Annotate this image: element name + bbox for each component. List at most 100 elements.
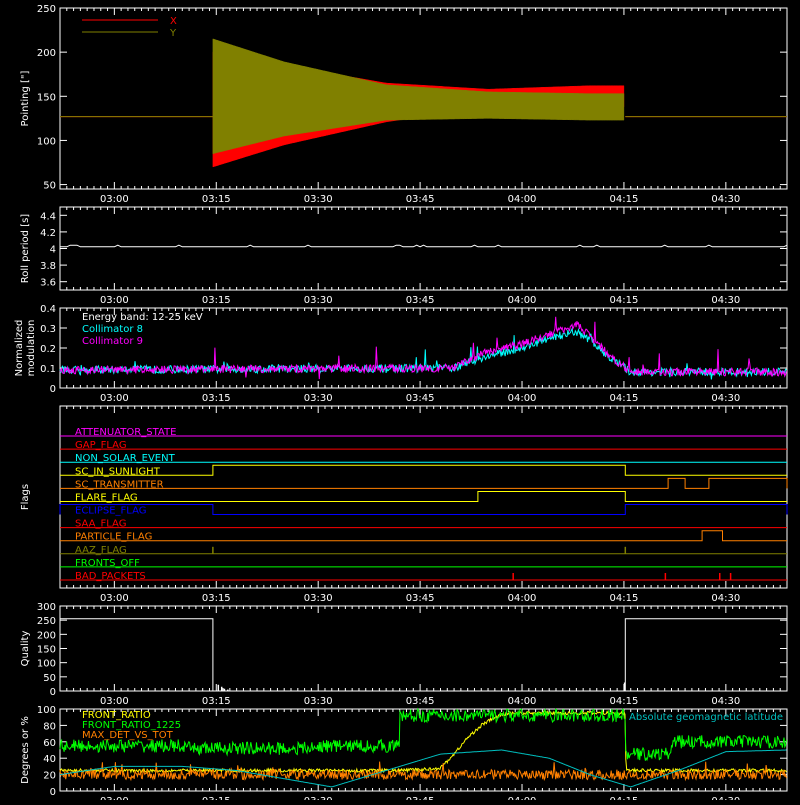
panel-4-xtick-label: 04:30 — [711, 696, 740, 707]
flag-flare_flag-line — [60, 491, 787, 502]
panel-3-xtick-label: 03:15 — [202, 593, 231, 604]
flag-eclipse_flag-label: ECLIPSE_FLAG — [75, 506, 146, 517]
flag-sc_transmitter-line — [60, 477, 788, 489]
panel-0-ytick-label: 100 — [37, 136, 56, 147]
flag-particle_flag-line — [60, 530, 787, 542]
panel-0-xtick-label: 03:15 — [202, 194, 231, 205]
panel-4-xtick-label: 03:45 — [406, 696, 435, 707]
panel-1-xtick-label: 03:45 — [406, 295, 435, 306]
panel-0-xtick-label: 03:30 — [304, 194, 333, 205]
flag-eclipse_flag-line — [59, 504, 788, 515]
panel-0-ytick-label: 150 — [37, 92, 56, 103]
panel-3-xtick-label: 03:30 — [304, 593, 333, 604]
panel-2-ytick-label: 0.4 — [40, 304, 56, 315]
panel-0-xtick-label: 04:00 — [508, 194, 537, 205]
panel-3-ylabel: Flags — [20, 484, 31, 510]
panel-2-ylabel-line2: modulation — [26, 320, 37, 377]
legend-label-X: X — [170, 16, 177, 27]
panel-0-xtick-label: 04:15 — [610, 194, 639, 205]
ratio-legend-max_det_vs_tot: MAX_DET_VS_TOT — [82, 730, 174, 741]
modulation-c9-line — [59, 316, 787, 380]
panel-4-ytick-label: 300 — [37, 602, 56, 613]
panel-3-xtick-label: 03:45 — [406, 593, 435, 604]
ratio-absolute-geomagnetic-latitude-line — [59, 749, 787, 788]
panel-5-xtick-label: 04:15 — [610, 796, 639, 800]
modulation-annotation: Energy band: 12-25 keV — [82, 312, 203, 323]
panel-1-xtick-label: 04:15 — [610, 295, 639, 306]
panel-0-ytick-label: 200 — [37, 48, 56, 59]
panel-0-xtick-label: 04:30 — [711, 194, 740, 205]
panel-2-xtick-label: 04:00 — [508, 393, 537, 404]
pointing-Y-band — [212, 38, 625, 155]
flag-aaz_flag-label: AAZ_FLAG — [75, 545, 127, 556]
panel-2-xtick-label: 03:45 — [406, 393, 435, 404]
panel-2-ylabel-line1: Normalized — [14, 320, 25, 377]
panel-2-xtick-label: 04:30 — [711, 393, 740, 404]
panel-5-ytick-label: 0 — [50, 787, 56, 798]
panel-1-ytick-label: 4.2 — [40, 228, 56, 239]
panel-1-ytick-label: 3.8 — [40, 261, 56, 272]
panel-4-ytick-label: 200 — [37, 630, 56, 641]
panel-3-xtick-label: 04:15 — [610, 593, 639, 604]
panel-4-ytick-label: 150 — [37, 645, 56, 656]
panel-2-ytick-label: 0.3 — [40, 324, 56, 335]
flag-bad_packets-label: BAD_PACKETS — [75, 571, 146, 582]
panel-1-ytick-label: 4.4 — [40, 211, 56, 222]
panel-5-ytick-label: 100 — [37, 705, 56, 716]
panel-2-ytick-label: 0.1 — [40, 364, 56, 375]
panel-5-xtick-label: 03:00 — [100, 796, 129, 800]
panel-5-xtick-label: 03:15 — [202, 796, 231, 800]
flag-gap_flag-label: GAP_FLAG — [75, 440, 127, 451]
panel-5-xtick-label: 04:00 — [508, 796, 537, 800]
flag-attenuator_state-label: ATTENUATOR_STATE — [75, 427, 176, 438]
panel-0-xtick-label: 03:00 — [100, 194, 129, 205]
panel-1-ylabel: Roll period [s] — [20, 214, 31, 283]
panel-2-xtick-label: 03:00 — [100, 393, 129, 404]
panel-5-ytick-label: 80 — [43, 721, 56, 732]
flag-non_solar_event-label: NON_SOLAR_EVENT — [75, 453, 176, 464]
flag-sc_transmitter-label: SC_TRANSMITTER — [75, 479, 164, 490]
modulation-legend-c9: Collimator 9 — [82, 336, 143, 347]
flag-flare_flag-label: FLARE_FLAG — [75, 492, 138, 503]
panel-4-ytick-label: 0 — [50, 687, 56, 698]
flag-saa_flag-label: SAA_FLAG — [75, 519, 126, 530]
panel-4-xtick-label: 03:30 — [304, 696, 333, 707]
panel-4-xtick-label: 04:00 — [508, 696, 537, 707]
panel-2-ytick-label: 0.2 — [40, 344, 56, 355]
roll-period-line — [60, 244, 788, 248]
panel-1-ytick-label: 3.6 — [40, 278, 56, 289]
panel-4-xtick-label: 03:15 — [202, 696, 231, 707]
quicklook-plot: 03:00 03:15 03:30 03:45 04:00 04:15 04:30 50 100… — [0, 0, 800, 805]
panel-4-ytick-label: 100 — [37, 659, 56, 670]
panel-4-ytick-label: 250 — [37, 616, 56, 627]
legend-label-Y: Y — [169, 28, 177, 39]
panel-2-xtick-label: 03:30 — [304, 393, 333, 404]
panel-1-xtick-label: 04:30 — [711, 295, 740, 306]
panel-1-xtick-label: 04:00 — [508, 295, 537, 306]
flag-sc_in_sunlight-line — [60, 464, 787, 476]
flag-particle_flag-label: PARTICLE_FLAG — [75, 532, 152, 543]
panel-5-ylabel: Degrees or % — [20, 716, 31, 784]
panel-1-xtick-label: 03:15 — [202, 295, 231, 306]
panel-2-ytick-label: 0 — [50, 384, 56, 395]
panel-3-xtick-label: 04:30 — [711, 593, 740, 604]
panel-4-xtick-label: 04:15 — [610, 696, 639, 707]
panel-5-ytick-label: 40 — [43, 754, 56, 765]
panel-5-xtick-label: 03:30 — [304, 796, 333, 800]
panel-2-xtick-label: 04:15 — [610, 393, 639, 404]
panel-4-xtick-label: 03:00 — [100, 696, 129, 707]
panel-5-xtick-label: 03:45 — [406, 796, 435, 800]
panel-5-ytick-label: 60 — [43, 738, 56, 749]
flag-sc_in_sunlight-label: SC_IN_SUNLIGHT — [75, 466, 161, 477]
panel-0-xtick-label: 03:45 — [406, 194, 435, 205]
panel-3-xtick-label: 04:00 — [508, 593, 537, 604]
panel-1-xtick-label: 03:30 — [304, 295, 333, 306]
panel-2-xtick-label: 03:15 — [202, 393, 231, 404]
panel-0-ylabel: Pointing ["] — [20, 70, 31, 126]
panel-4-ytick-label: 50 — [43, 673, 56, 684]
modulation-legend-c8: Collimator 8 — [82, 324, 143, 335]
panel-5-xtick-label: 04:30 — [711, 796, 740, 800]
panel-0-ytick-label: 250 — [37, 4, 56, 15]
panel-5-ytick-label: 20 — [43, 771, 56, 782]
flag-fronts_off-label: FRONTS_OFF — [75, 558, 140, 569]
